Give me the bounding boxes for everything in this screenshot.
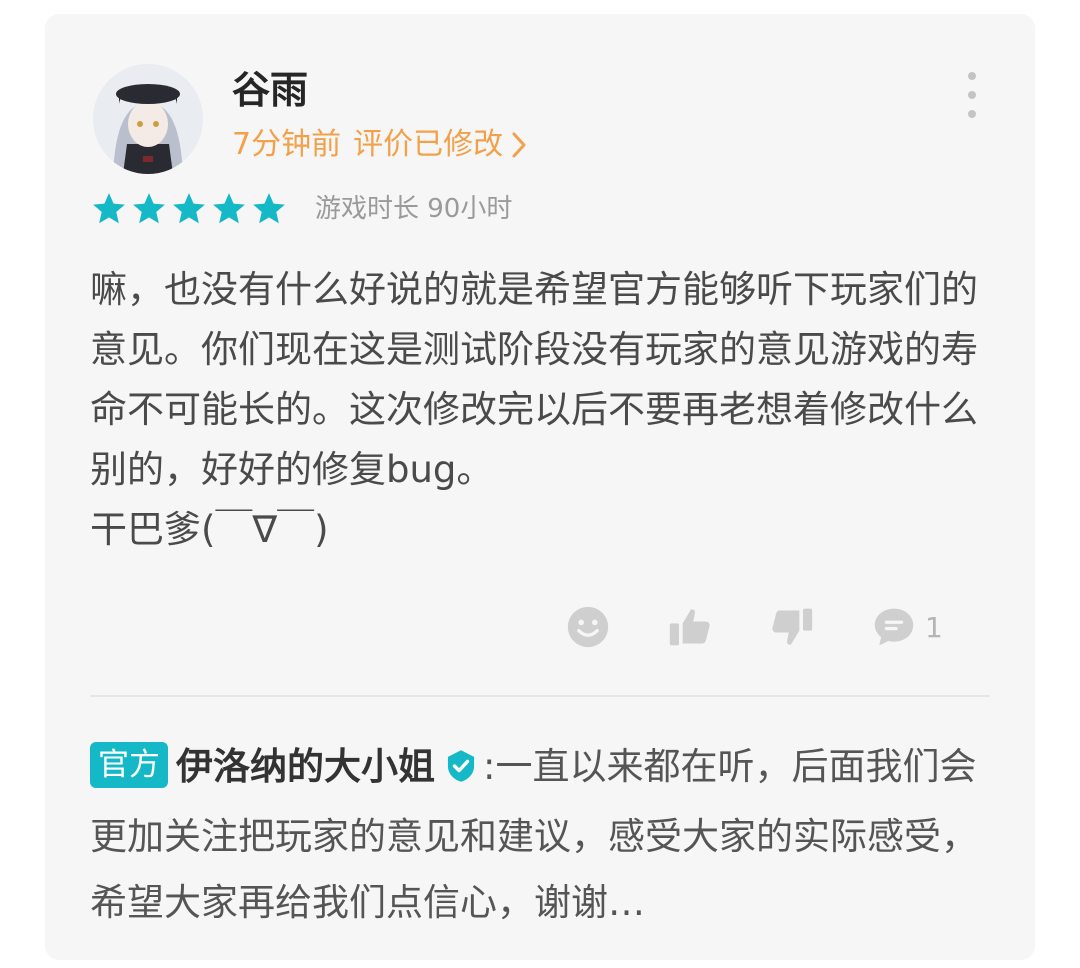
official-badge: 官方 (90, 742, 168, 788)
chevron-right-icon (511, 131, 527, 159)
review-actions: 1 (565, 602, 943, 652)
star-icon (133, 193, 165, 224)
username[interactable]: 谷雨 (232, 68, 308, 112)
time-ago: 7分钟前 (232, 127, 342, 162)
thumbs-up-icon[interactable] (667, 604, 713, 650)
reply-author[interactable]: 伊洛纳的大小姐 (176, 745, 435, 788)
star-rating (90, 190, 288, 228)
official-reply[interactable]: 官方 伊洛纳的大小姐:一直以来都在听，后面我们会更加关注把玩家的意见和建议，感受大… (90, 734, 990, 936)
star-icon (213, 193, 245, 224)
playtime: 游戏时长 90小时 (315, 194, 513, 224)
review-content: 嘛，也没有什么好说的就是希望官方能够听下玩家们的意见。你们现在这是测试阶段没有玩… (90, 260, 990, 560)
comment-bubble-icon[interactable] (871, 604, 917, 650)
review-card: 谷雨 7分钟前 评价已修改 游戏时长 90小时 嘛，也没有什么好说的就是希望官方… (45, 14, 1035, 960)
divider (90, 695, 990, 697)
star-icon (93, 193, 125, 224)
verified-badge-icon (445, 738, 477, 804)
reply-colon: : (483, 745, 496, 788)
thumbs-down-icon[interactable] (769, 604, 815, 650)
comment-count[interactable]: 1 (925, 611, 943, 644)
avatar[interactable] (93, 64, 203, 174)
more-vertical-icon[interactable] (957, 72, 987, 118)
star-icon (173, 193, 205, 224)
star-icon (253, 193, 285, 224)
edited-label[interactable]: 评价已修改 (353, 124, 503, 166)
smiley-icon[interactable] (565, 604, 611, 650)
review-paragraph: 嘛，也没有什么好说的就是希望官方能够听下玩家们的意见。你们现在这是测试阶段没有玩… (90, 268, 978, 491)
review-meta[interactable]: 7分钟前 评价已修改 (232, 124, 527, 166)
review-paragraph: 干巴爹(￣∇￣) (90, 508, 329, 551)
